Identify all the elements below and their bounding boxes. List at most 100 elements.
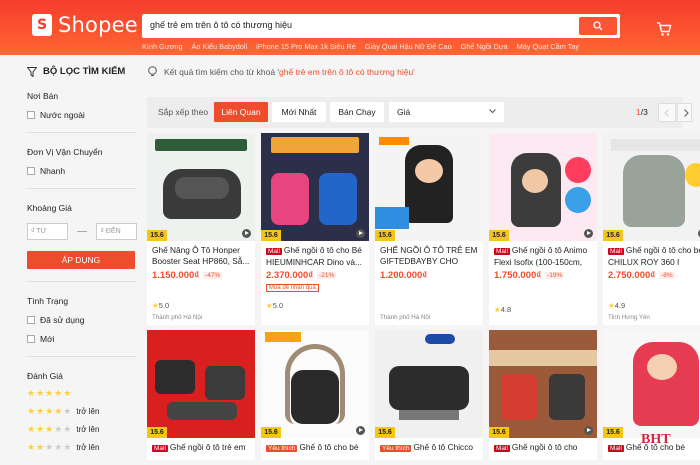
- product-image[interactable]: 15.6: [489, 330, 597, 438]
- product-image[interactable]: 15.6: [603, 330, 700, 438]
- product-location: Thành phố Hà Nội: [152, 314, 203, 321]
- origin-option[interactable]: Nước ngoài: [27, 110, 137, 120]
- play-video-icon[interactable]: [584, 426, 593, 435]
- total-pages: /3: [640, 107, 648, 117]
- chevron-right-icon: [684, 109, 689, 117]
- star-icon: ★★★★★: [27, 388, 73, 398]
- favorite-badge: Yêu thích: [266, 445, 298, 452]
- checkbox-label: Nước ngoài: [40, 110, 85, 120]
- suggestion-link[interactable]: Áo Kiểu Babydoll: [192, 42, 248, 51]
- product-card[interactable]: 15.6 Yêu thích Ghế ô tô Chicco: [375, 330, 483, 460]
- suggestion-link[interactable]: iPhone 15 Pro Max 1k Siêu Rẻ: [256, 42, 356, 51]
- checkbox[interactable]: [27, 335, 35, 343]
- prev-page-button[interactable]: [658, 103, 676, 122]
- star-icon: ★: [494, 305, 501, 314]
- product-image[interactable]: 15.6: [375, 133, 483, 241]
- rating-5-stars[interactable]: ★★★★★: [27, 388, 137, 399]
- product-title: Mall Ghế ngồi ô tô cho Bé HIEUMINHCAR Din…: [266, 245, 362, 267]
- rating-4-stars[interactable]: ★★★★★ trở lên: [27, 406, 137, 417]
- checkbox[interactable]: [27, 111, 35, 119]
- product-title: Mall Ghế ngồi ô tô trẻ em: [152, 442, 246, 452]
- product-card[interactable]: 15.6 MallGhế ngồi ô tô cho bé CHILUX ROY…: [603, 133, 700, 325]
- product-rating: ★5.0: [266, 301, 284, 310]
- rating-3-stars[interactable]: ★★★★★ trở lên: [27, 424, 137, 435]
- star-icon: ★: [266, 301, 273, 310]
- suggestion-link[interactable]: Máy Quạt Cầm Tay: [517, 42, 579, 51]
- play-video-icon[interactable]: [356, 229, 365, 238]
- price-sort-label: Giá: [397, 107, 411, 117]
- sale-badge: 15.6: [489, 427, 509, 438]
- sort-newest-button[interactable]: Mới Nhất: [272, 102, 326, 122]
- product-image[interactable]: 15.6: [261, 133, 369, 241]
- rating-more-label: trở lên: [76, 443, 100, 452]
- discount-badge: -19%: [545, 272, 565, 279]
- cart-button[interactable]: [656, 22, 672, 39]
- price-to-input[interactable]: ₫ ĐẾN: [96, 223, 138, 240]
- rating-2-stars[interactable]: ★★★★★ trở lên: [27, 442, 137, 453]
- product-rating: ★5.0: [152, 301, 170, 310]
- sort-relevance-button[interactable]: Liên Quan: [214, 102, 268, 122]
- result-keyword: ghế trẻ em trên ô tô có thương hiệu: [279, 66, 414, 77]
- condition-option-used[interactable]: Đã sử dụng: [27, 315, 137, 325]
- checkbox[interactable]: [27, 316, 35, 324]
- divider: [27, 132, 137, 133]
- product-card[interactable]: 15.6 Mall Ghế ngồi ô tô cho Bé HIEUMINHCA…: [261, 133, 369, 325]
- discount-badge: -47%: [203, 272, 223, 279]
- mall-badge: Mall: [494, 445, 510, 452]
- product-image[interactable]: 15.6: [375, 330, 483, 438]
- suggestion-link[interactable]: Ghế Ngồi Dựa: [461, 42, 508, 51]
- cart-icon: [657, 22, 672, 36]
- play-video-icon[interactable]: [356, 426, 365, 435]
- result-prefix: Kết quả tìm kiếm cho từ khoá ': [164, 66, 280, 77]
- checkbox-label: Nhanh: [40, 166, 66, 176]
- search-icon: [593, 21, 603, 31]
- page-indicator: 1/3: [636, 107, 648, 117]
- result-suffix: ': [413, 66, 415, 77]
- divider: [27, 356, 137, 357]
- shopee-logo[interactable]: S Shopee: [32, 13, 138, 37]
- price-title: Khoảng Giá: [27, 203, 72, 213]
- apply-button[interactable]: ÁP DỤNG: [27, 251, 135, 269]
- product-card[interactable]: 15.6 GHẾ NGỒI Ô TÔ TRẺ EM GIFTEDBAYBY CH…: [375, 133, 483, 325]
- product-card[interactable]: 15.6 Mall Ghế ngồi ô tô cho: [489, 330, 597, 460]
- play-video-icon[interactable]: [242, 229, 251, 238]
- product-card[interactable]: 15.6 Ghế Nâng Ô Tô Honper Booster Seat H…: [147, 133, 255, 325]
- mall-badge: Mall: [494, 248, 510, 255]
- product-location: Thành phố Hà Nội: [380, 314, 431, 321]
- shipping-option[interactable]: Nhanh: [27, 166, 137, 176]
- product-title: Yêu thích Ghế ô tô cho bé: [266, 442, 359, 452]
- product-image[interactable]: 15.6: [147, 330, 255, 438]
- search-button[interactable]: [579, 17, 617, 35]
- product-card[interactable]: 15.6 Yêu thích Ghế ô tô cho bé: [261, 330, 369, 460]
- search-input[interactable]: ghế trẻ em trên ô tô có thương hiệu: [142, 14, 620, 38]
- header: S Shopee ghế trẻ em trên ô tô có thương …: [0, 0, 700, 55]
- product-image[interactable]: 15.6: [489, 133, 597, 241]
- product-image[interactable]: 15.6: [603, 133, 700, 241]
- product-card[interactable]: 15.6 Mall Ghế ngồi ô tô Animo Flexi Isofi…: [489, 133, 597, 325]
- sort-bestseller-button[interactable]: Bán Chạy: [330, 102, 384, 122]
- condition-option-new[interactable]: Mới: [27, 334, 137, 344]
- price-sort-select[interactable]: Giá: [389, 102, 504, 122]
- play-video-icon[interactable]: [584, 229, 593, 238]
- lightbulb-icon: [148, 66, 157, 76]
- product-image[interactable]: 15.6: [261, 330, 369, 438]
- price-from-input[interactable]: ₫ TỪ: [27, 223, 68, 240]
- chevron-down-icon: [489, 109, 496, 114]
- range-dash: [76, 231, 88, 232]
- origin-title: Nơi Bán: [27, 91, 59, 101]
- suggestion-link[interactable]: Giày Quai Hậu Nữ Đế Cao: [365, 42, 452, 51]
- product-image[interactable]: 15.6: [147, 133, 255, 241]
- product-price: 1.150.000₫: [152, 270, 200, 281]
- discount-badge: -21%: [317, 272, 337, 279]
- sale-badge: 15.6: [261, 230, 281, 241]
- next-page-button[interactable]: [677, 103, 692, 122]
- mall-badge: Mall: [152, 445, 168, 452]
- suggestion-link[interactable]: Kính Gương: [142, 42, 183, 51]
- product-title: GHẾ NGỒI Ô TÔ TRẺ EM GIFTEDBAYBY CHO TR.…: [380, 245, 478, 268]
- product-location: Tỉnh Hưng Yên: [608, 314, 650, 321]
- checkbox[interactable]: [27, 167, 35, 175]
- shipping-title: Đơn Vị Vận Chuyển: [27, 147, 103, 157]
- filter-title: BỘ LỌC TÌM KIẾM: [27, 66, 137, 77]
- watermark: BHT: [641, 432, 671, 447]
- product-card[interactable]: 15.6 Mall Ghế ngồi ô tô trẻ em: [147, 330, 255, 460]
